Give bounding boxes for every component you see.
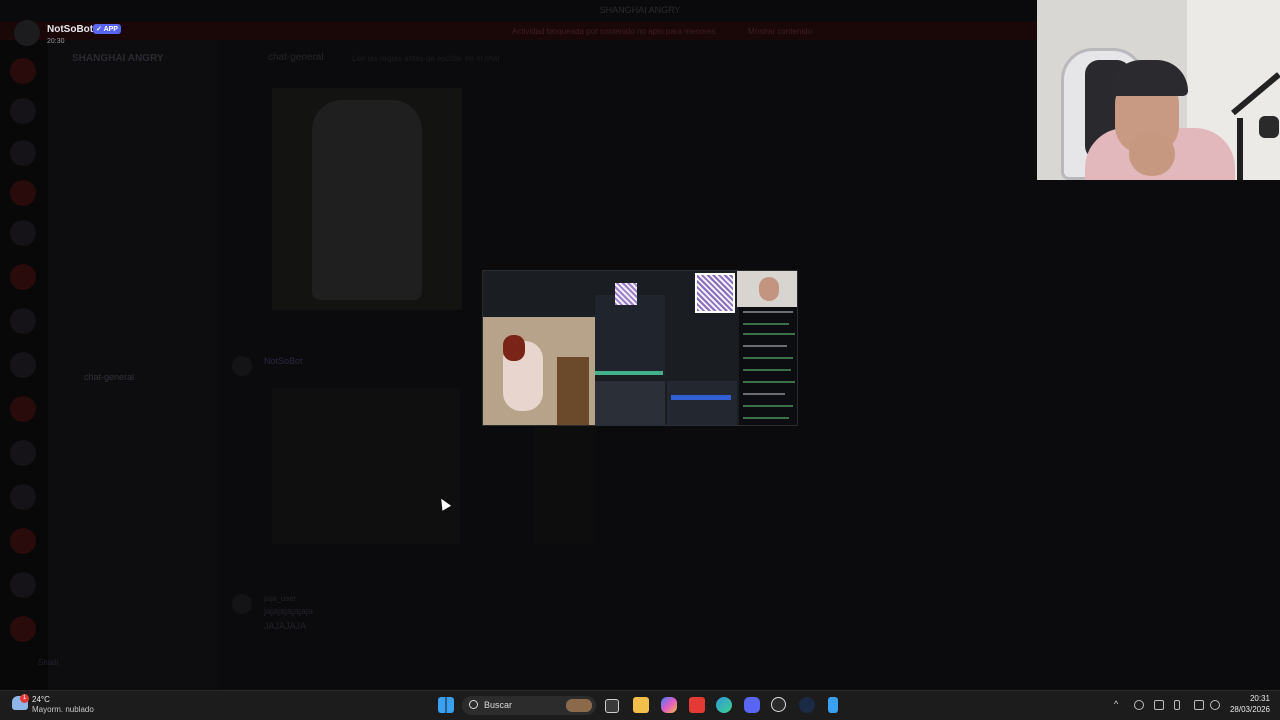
search-icon <box>469 700 478 709</box>
chat-line <box>743 381 795 383</box>
stream-webcam <box>737 271 797 307</box>
edge-icon[interactable] <box>716 697 732 713</box>
message-image[interactable] <box>272 88 462 310</box>
microphone-icon[interactable] <box>1174 700 1180 710</box>
chat-line <box>743 323 789 325</box>
server-icon[interactable] <box>10 616 36 642</box>
channel-chat-general[interactable]: chat-general <box>84 372 134 382</box>
server-name[interactable]: SHANGHAI ANGRY <box>72 53 163 64</box>
chatgpt-icon[interactable] <box>771 697 786 712</box>
wps-icon[interactable] <box>689 697 705 713</box>
server-icon[interactable] <box>10 58 36 84</box>
chat-header: chat-general <box>228 52 324 63</box>
security-icon[interactable] <box>1154 700 1164 710</box>
bot-name: NotSoBot <box>47 24 94 35</box>
obs-panel <box>667 381 737 425</box>
qr-code <box>695 273 735 313</box>
avatar[interactable] <box>232 594 252 614</box>
chat-line <box>743 311 793 313</box>
file-explorer-icon[interactable] <box>633 697 649 713</box>
message-text: JAJAJAJA <box>264 621 307 631</box>
windows-start-icon[interactable] <box>438 697 454 713</box>
image-viewer[interactable] <box>482 270 798 426</box>
discord-icon[interactable] <box>744 697 760 713</box>
app-badge: ✓ APP <box>93 24 121 34</box>
server-icon[interactable] <box>10 440 36 466</box>
server-icon[interactable] <box>10 572 36 598</box>
app-badge-label: APP <box>103 26 118 33</box>
door <box>557 357 589 425</box>
clock-time[interactable]: 20:31 <box>1236 694 1270 703</box>
bot-avatar[interactable] <box>14 20 40 46</box>
steam-icon[interactable] <box>799 697 815 713</box>
volume-icon[interactable] <box>1210 700 1220 710</box>
mic-stand <box>1237 118 1243 180</box>
webcam-overlay <box>1037 0 1280 180</box>
hair <box>503 335 525 361</box>
hand <box>1129 132 1175 176</box>
cap <box>1110 60 1188 96</box>
notepad-icon[interactable] <box>828 697 838 713</box>
notice-text: Actividad bloqueada por contenido no apt… <box>512 27 716 36</box>
channel-topic: Lee las reglas antes de escribir en el c… <box>352 54 500 63</box>
search-highlight-image <box>566 699 592 712</box>
qr-code <box>615 283 637 305</box>
chevron-up-icon[interactable]: ^ <box>1114 699 1118 709</box>
face <box>759 277 779 301</box>
room-image <box>483 317 595 425</box>
server-icon[interactable] <box>10 308 36 334</box>
copilot-icon[interactable] <box>661 697 677 713</box>
chat-line <box>743 393 785 395</box>
task-view-icon[interactable] <box>605 699 619 713</box>
message-author[interactable]: NotSoBot <box>264 356 303 366</box>
notice-link[interactable]: Mostrar contenido <box>748 27 812 36</box>
chat-line <box>743 333 795 335</box>
server-icon[interactable] <box>10 352 36 378</box>
server-icon[interactable] <box>10 220 36 246</box>
message-text: jajajajajajaja <box>264 606 314 616</box>
server-icon[interactable] <box>10 396 36 422</box>
server-icon[interactable] <box>10 264 36 290</box>
server-icon[interactable] <box>10 528 36 554</box>
selected-source <box>671 395 731 400</box>
progress-bar <box>595 371 663 375</box>
server-icon[interactable] <box>10 98 36 124</box>
server-icon[interactable] <box>10 180 36 206</box>
obs-panel <box>595 381 665 425</box>
server-icon[interactable] <box>10 484 36 510</box>
microphone-icon <box>1259 116 1279 138</box>
clock-date[interactable]: 28/03/2026 <box>1226 705 1270 714</box>
search-placeholder: Buscar <box>484 700 513 710</box>
message-image[interactable] <box>272 388 460 544</box>
message-image[interactable] <box>534 426 596 544</box>
network-icon[interactable] <box>1194 700 1204 710</box>
channel-sidebar <box>48 40 220 690</box>
onedrive-icon[interactable] <box>1134 700 1144 710</box>
message-time: 20:30 <box>47 38 65 45</box>
weather-temp[interactable]: 24°C <box>32 695 50 704</box>
chat-line <box>743 417 789 419</box>
server-icon[interactable] <box>10 140 36 166</box>
chat-line <box>743 369 791 371</box>
notification-badge: 1 <box>20 694 29 703</box>
chat-line <box>743 405 793 407</box>
weather-desc[interactable]: Mayorm. nublado <box>32 705 94 714</box>
avatar[interactable] <box>232 356 252 376</box>
chat-line <box>743 345 787 347</box>
message-author[interactable]: jaja_user <box>264 594 296 603</box>
obs-preview <box>595 295 665 375</box>
channel-name: chat-general <box>268 52 324 63</box>
chat-line <box>743 357 793 359</box>
user-name[interactable]: Shadi <box>38 658 58 667</box>
